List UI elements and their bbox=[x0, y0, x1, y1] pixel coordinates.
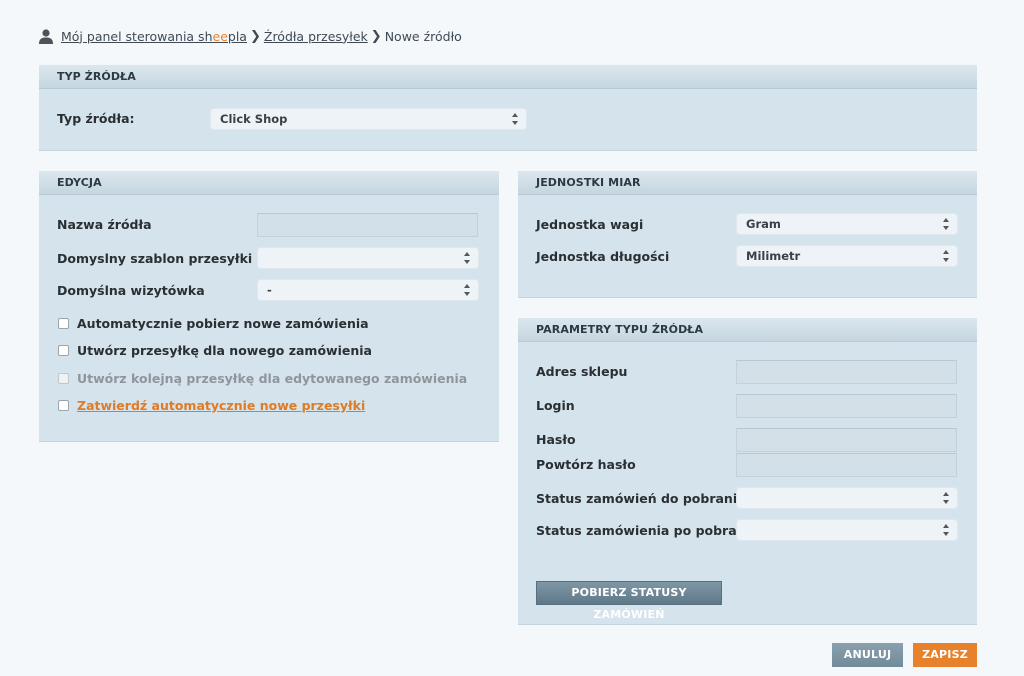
source-type-select[interactable]: Click Shop bbox=[210, 108, 527, 130]
select-arrows-icon bbox=[512, 113, 518, 125]
panel-title: EDYCJA bbox=[39, 171, 499, 195]
shop-address-label: Adres sklepu bbox=[536, 364, 628, 379]
checkbox-row-create-shipment[interactable]: Utwórz przesyłkę dla nowego zamówienia bbox=[58, 343, 372, 358]
login-label: Login bbox=[536, 398, 575, 413]
breadcrumb-dashboard-text-end: pla bbox=[227, 28, 247, 44]
create-shipment-checkbox[interactable] bbox=[58, 345, 69, 356]
checkbox-row-next-shipment: Utwórz kolejną przesyłkę dla edytowanego… bbox=[58, 371, 467, 386]
breadcrumb-current: Nowe źródło bbox=[384, 28, 462, 44]
source-type-label: Typ źródła: bbox=[57, 111, 135, 126]
panel-title: JEDNOSTKI MIAR bbox=[518, 171, 977, 195]
units-panel: JEDNOSTKI MIAR Jednostka wagi Gram Jedno… bbox=[518, 171, 977, 298]
password-label: Hasło bbox=[536, 432, 576, 447]
params-panel: PARAMETRY TYPU ŹRÓDŁA Adres sklepu Login… bbox=[518, 318, 977, 625]
breadcrumb-dashboard-text: Mój panel sterowania sh bbox=[61, 28, 213, 44]
select-arrows-icon bbox=[464, 252, 470, 264]
source-type-panel: TYP ŹRÓDŁA Typ źródła: Click Shop bbox=[39, 65, 977, 151]
chevron-right-icon: ❯ bbox=[249, 28, 261, 44]
chevron-right-icon: ❯ bbox=[370, 28, 382, 44]
select-value: Milimetr bbox=[746, 249, 801, 263]
auto-fetch-checkbox[interactable] bbox=[58, 318, 69, 329]
source-name-label: Nazwa źródła bbox=[57, 217, 152, 232]
weight-unit-label: Jednostka wagi bbox=[536, 217, 644, 232]
length-unit-select[interactable]: Milimetr bbox=[736, 245, 958, 267]
fetch-statuses-button[interactable]: POBIERZ STATUSY ZAMÓWIEŃ bbox=[536, 581, 722, 621]
panel-title: TYP ŹRÓDŁA bbox=[39, 65, 977, 89]
breadcrumb-link-dashboard[interactable]: Mój panel sterowania sheepla bbox=[61, 29, 247, 44]
breadcrumb-dashboard-accent: ee bbox=[212, 28, 228, 44]
edit-panel: EDYCJA Nazwa źródła Domyslny szablon prz… bbox=[39, 171, 499, 442]
user-icon bbox=[39, 29, 53, 44]
checkbox-label: Utwórz kolejną przesyłkę dla edytowanego… bbox=[77, 371, 468, 386]
cancel-button[interactable]: ANULUJ bbox=[832, 643, 903, 667]
select-arrows-icon bbox=[464, 284, 470, 296]
source-name-input[interactable] bbox=[257, 213, 478, 237]
checkbox-label: Utwórz przesyłkę dla nowego zamówienia bbox=[77, 343, 372, 358]
password-repeat-input[interactable] bbox=[736, 453, 957, 477]
auto-confirm-checkbox[interactable] bbox=[58, 400, 69, 411]
auto-confirm-link[interactable]: Zatwierdź automatycznie nowe przesyłki bbox=[77, 398, 365, 413]
save-button[interactable]: ZAPISZ bbox=[913, 643, 977, 667]
select-value: - bbox=[267, 283, 272, 297]
password-repeat-label: Powtórz hasło bbox=[536, 457, 636, 472]
default-card-select[interactable]: - bbox=[257, 279, 479, 301]
length-unit-label: Jednostka długości bbox=[536, 249, 670, 264]
breadcrumb-link-sources[interactable]: Źródła przesyłek bbox=[264, 29, 368, 44]
status-fetch-label: Status zamówień do pobrania bbox=[536, 491, 746, 506]
status-fetch-select[interactable] bbox=[736, 487, 958, 509]
login-input[interactable] bbox=[736, 394, 957, 418]
select-arrows-icon bbox=[943, 492, 949, 504]
select-value: Gram bbox=[746, 217, 781, 231]
select-arrows-icon bbox=[943, 218, 949, 230]
checkbox-row-auto-confirm[interactable]: Zatwierdź automatycznie nowe przesyłki bbox=[58, 398, 365, 413]
breadcrumb: Mój panel sterowania sheepla ❯ Źródła pr… bbox=[38, 26, 462, 46]
select-arrows-icon bbox=[943, 250, 949, 262]
select-value: Click Shop bbox=[220, 112, 288, 126]
next-shipment-checkbox bbox=[58, 373, 69, 384]
panel-title: PARAMETRY TYPU ŹRÓDŁA bbox=[518, 318, 977, 342]
default-template-select[interactable] bbox=[257, 247, 479, 269]
weight-unit-select[interactable]: Gram bbox=[736, 213, 958, 235]
select-arrows-icon bbox=[943, 524, 949, 536]
password-input[interactable] bbox=[736, 428, 957, 452]
status-after-select[interactable] bbox=[736, 519, 958, 541]
status-after-label: Status zamówienia po pobraniu bbox=[536, 523, 759, 538]
default-template-label: Domyslny szablon przesyłki bbox=[57, 251, 253, 266]
checkbox-row-auto-fetch[interactable]: Automatycznie pobierz nowe zamówienia bbox=[58, 316, 369, 331]
checkbox-label: Automatycznie pobierz nowe zamówienia bbox=[77, 316, 369, 331]
default-card-label: Domyślna wizytówka bbox=[57, 283, 205, 298]
shop-address-input[interactable] bbox=[736, 360, 957, 384]
